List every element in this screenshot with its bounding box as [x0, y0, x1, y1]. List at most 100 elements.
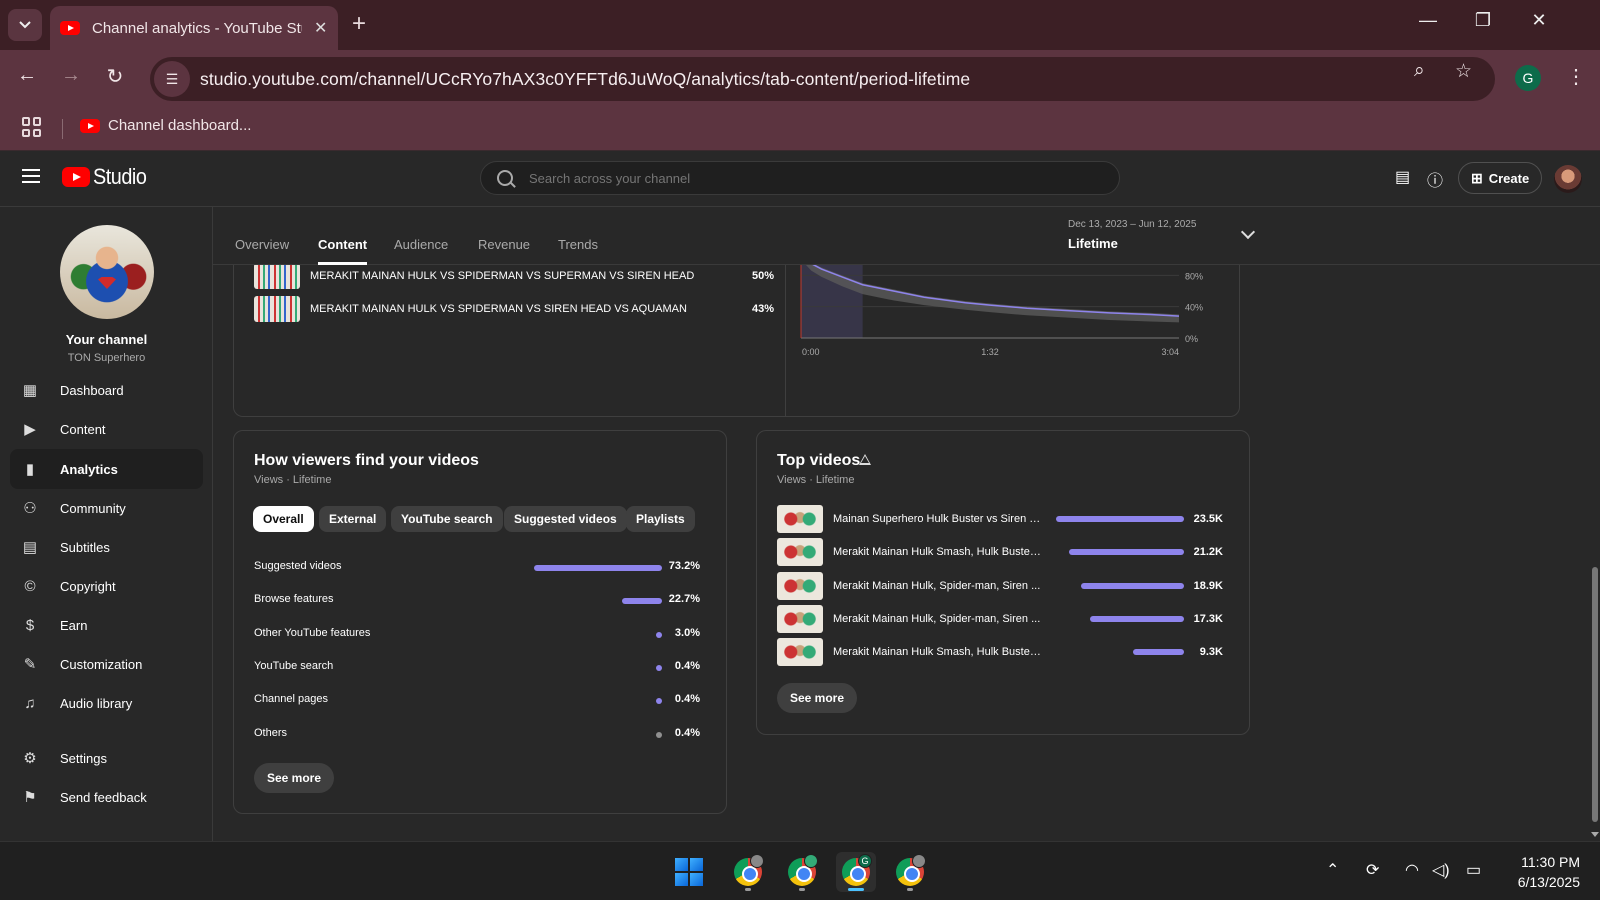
- scrollbar[interactable]: [1590, 207, 1600, 841]
- site-info-icon[interactable]: ☰: [154, 61, 190, 97]
- period-value: Lifetime: [1068, 236, 1118, 251]
- channel-avatar[interactable]: [60, 225, 154, 319]
- zoom-icon[interactable]: ⌕: [1414, 60, 1425, 82]
- url-text[interactable]: studio.youtube.com/channel/UCcRYo7hAX3c0…: [200, 69, 970, 90]
- video-thumbnail[interactable]: [777, 538, 823, 567]
- top-video-row[interactable]: Mainan Superhero Hulk Buster vs Siren H.…: [777, 505, 1227, 533]
- sidebar-item-settings[interactable]: ⚙ Settings: [10, 738, 203, 778]
- minimize-button[interactable]: —: [1405, 10, 1451, 31]
- traffic-source-row[interactable]: Other YouTube features 3.0%: [254, 624, 704, 644]
- sidebar-item-earn[interactable]: $ Earn: [10, 605, 203, 645]
- traffic-see-more-button[interactable]: See more: [254, 763, 335, 793]
- top-video-title[interactable]: Mainan Superhero Hulk Buster vs Siren H.…: [833, 513, 1043, 525]
- bookmark-channel-dashboard[interactable]: Channel dashboard...: [80, 117, 251, 134]
- top-video-row[interactable]: Merakit Mainan Hulk, Spider-man, Siren .…: [777, 571, 1227, 600]
- tray-overflow-icon[interactable]: ⌃: [1326, 860, 1339, 880]
- tab-trends[interactable]: Trends: [558, 237, 598, 252]
- video-thumbnail[interactable]: [777, 505, 823, 533]
- top-video-title[interactable]: Merakit Mainan Hulk Smash, Hulk Buster,.…: [833, 546, 1043, 558]
- top-video-title[interactable]: Merakit Mainan Hulk, Spider-man, Siren .…: [833, 613, 1043, 625]
- new-tab-button[interactable]: +: [352, 10, 366, 38]
- sidebar-item-audio-library[interactable]: ♫ Audio library: [10, 683, 203, 723]
- video-thumbnail[interactable]: [254, 296, 300, 322]
- top-video-row[interactable]: Merakit Mainan Hulk Smash, Hulk Buster,.…: [777, 638, 1227, 667]
- chevron-down-icon[interactable]: [1240, 224, 1256, 240]
- tab-overview[interactable]: Overview: [235, 237, 289, 252]
- traffic-source-row[interactable]: Others 0.4%: [254, 724, 704, 744]
- chip-overall[interactable]: Overall: [253, 506, 314, 532]
- kebab-menu-icon[interactable]: ⋮: [1566, 64, 1586, 89]
- taskbar-chrome-1[interactable]: [728, 852, 768, 892]
- sidebar-item-dashboard[interactable]: ▦ Dashboard: [10, 370, 203, 410]
- address-bar[interactable]: ☰ studio.youtube.com/channel/UCcRYo7hAX3…: [150, 57, 1495, 101]
- video-thumbnail[interactable]: [254, 263, 300, 289]
- reload-icon[interactable]: ↻: [100, 64, 130, 89]
- traffic-source-row[interactable]: Channel pages 0.4%: [254, 690, 704, 710]
- sidebar-item-community[interactable]: ⚇ Community: [10, 488, 203, 528]
- traffic-source-row[interactable]: Browse features 22.7%: [254, 590, 704, 610]
- top-videos-see-more-button[interactable]: See more: [777, 683, 858, 713]
- video-thumbnail[interactable]: [777, 571, 823, 600]
- tab-search-button[interactable]: [8, 9, 42, 41]
- taskbar-chrome-2[interactable]: [782, 852, 822, 892]
- apps-grid-icon[interactable]: [22, 117, 42, 137]
- chip-youtube-search[interactable]: YouTube search: [391, 506, 503, 532]
- sidebar-item-label: Send feedback: [60, 789, 147, 805]
- comments-icon[interactable]: ▤: [1395, 167, 1410, 187]
- sidebar-item-copyright[interactable]: © Copyright: [10, 566, 203, 606]
- forward-arrow-icon[interactable]: →: [56, 64, 86, 87]
- top-video-row[interactable]: Merakit Mainan Hulk Smash, Hulk Buster,.…: [777, 538, 1227, 567]
- taskbar-chrome-3[interactable]: G: [836, 852, 876, 892]
- retention-video-title[interactable]: MERAKIT MAINAN HULK VS SPIDERMAN VS SUPE…: [310, 270, 740, 282]
- taskbar-chrome-4[interactable]: [890, 852, 930, 892]
- sidebar-item-subtitles[interactable]: ▤ Subtitles: [10, 527, 203, 567]
- sidebar-item-customization[interactable]: ✎ Customization: [10, 644, 203, 684]
- bookmark-star-icon[interactable]: ☆: [1455, 60, 1472, 83]
- search-input[interactable]: [529, 170, 1089, 186]
- traffic-source-row[interactable]: YouTube search 0.4%: [254, 657, 704, 677]
- chip-external[interactable]: External: [319, 506, 387, 532]
- back-arrow-icon[interactable]: ←: [12, 64, 42, 87]
- chip-playlists[interactable]: Playlists: [626, 506, 695, 532]
- tab-content[interactable]: Content: [318, 237, 368, 265]
- sidebar-item-analytics[interactable]: ▮ Analytics: [10, 449, 203, 489]
- scrollbar-thumb[interactable]: [1592, 567, 1598, 822]
- tab-revenue[interactable]: Revenue: [478, 237, 530, 252]
- traffic-source-bar: [622, 598, 662, 605]
- close-window-button[interactable]: ✕: [1516, 10, 1562, 31]
- period-range: Dec 13, 2023 – Jun 12, 2025: [1068, 219, 1197, 230]
- account-avatar[interactable]: [1554, 165, 1582, 193]
- restore-button[interactable]: ❐: [1460, 10, 1506, 31]
- youtube-favicon-icon: [80, 118, 100, 133]
- top-video-row[interactable]: Merakit Mainan Hulk, Spider-man, Siren .…: [777, 604, 1227, 633]
- tab-audience[interactable]: Audience: [394, 237, 448, 252]
- period-selector[interactable]: Dec 13, 2023 – Jun 12, 2025 Lifetime: [1068, 219, 1196, 251]
- retention-video-row[interactable]: MERAKIT MAINAN HULK VS SPIDERMAN VS SUPE…: [254, 262, 774, 290]
- video-thumbnail[interactable]: [777, 638, 823, 667]
- sidebar-item-content[interactable]: ▶ Content: [10, 409, 203, 449]
- retention-video-title[interactable]: MERAKIT MAINAN HULK VS SPIDERMAN VS SIRE…: [310, 303, 740, 315]
- wifi-icon[interactable]: ◠: [1405, 860, 1419, 880]
- top-video-title[interactable]: Merakit Mainan Hulk Smash, Hulk Buster,.…: [833, 646, 1043, 658]
- create-button[interactable]: ⊞ Create: [1458, 162, 1543, 194]
- chip-suggested-videos[interactable]: Suggested videos: [504, 506, 627, 532]
- taskbar-clock[interactable]: 11:30 PM 6/13/2025: [1500, 852, 1580, 892]
- windows-start-icon[interactable]: [675, 858, 703, 886]
- close-tab-icon[interactable]: ✕: [314, 18, 327, 38]
- video-thumbnail[interactable]: [777, 604, 823, 633]
- retention-video-row[interactable]: MERAKIT MAINAN HULK VS SPIDERMAN VS SIRE…: [254, 295, 774, 323]
- profile-avatar[interactable]: G: [1515, 65, 1541, 91]
- sync-icon[interactable]: ⟳: [1366, 860, 1379, 880]
- traffic-source-row[interactable]: Suggested videos 73.2%: [254, 557, 704, 577]
- battery-icon[interactable]: ▭: [1466, 860, 1481, 880]
- hamburger-menu-icon[interactable]: [22, 169, 40, 183]
- search-bar[interactable]: [480, 161, 1120, 195]
- browser-tab-active[interactable]: Channel analytics - YouTube Studio ✕: [50, 6, 338, 50]
- top-video-title[interactable]: Merakit Mainan Hulk, Spider-man, Siren .…: [833, 580, 1043, 592]
- warning-icon[interactable]: [859, 454, 871, 465]
- volume-icon[interactable]: ◁): [1432, 860, 1450, 880]
- help-icon[interactable]: ⓘ: [1427, 167, 1443, 191]
- sidebar-item-send-feedback[interactable]: ⚑ Send feedback: [10, 777, 203, 817]
- studio-logo[interactable]: Studio: [62, 164, 152, 190]
- scroll-down-arrow-icon[interactable]: [1591, 832, 1599, 837]
